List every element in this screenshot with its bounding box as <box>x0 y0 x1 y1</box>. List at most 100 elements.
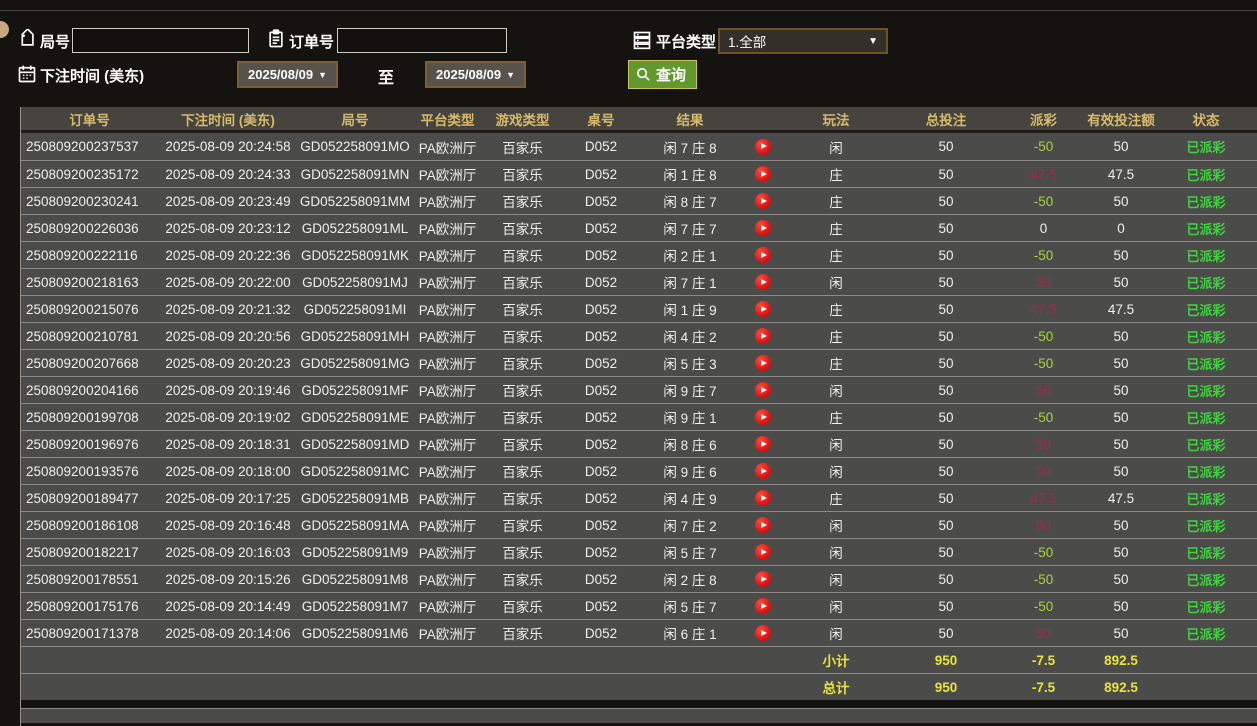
order-id-cell: 250809200222116 <box>26 247 138 263</box>
round-id-cell: GD052258091MJ <box>302 274 408 290</box>
total-bet-cell: 50 <box>938 301 954 317</box>
platform-cell: PA欧洲厅 <box>418 573 477 588</box>
table-body: 250809200237537 2025-08-09 20:24:58 GD05… <box>21 133 1257 646</box>
round-id-cell: GD052258091MH <box>300 328 410 344</box>
table-no-cell: D052 <box>584 355 618 371</box>
total-bet-cell: 50 <box>938 463 954 479</box>
bet-type-cell: 庄 <box>829 168 843 183</box>
play-icon[interactable] <box>755 382 771 399</box>
play-icon[interactable] <box>755 490 771 507</box>
platform-cell: PA欧洲厅 <box>418 140 477 156</box>
total-bet-cell: 50 <box>938 517 954 533</box>
platform-cell: PA欧洲厅 <box>418 249 477 264</box>
payout-cell: -50 <box>1033 355 1054 371</box>
table-no-cell: D052 <box>584 409 618 425</box>
result-cell: 闲 4 庄 9 <box>663 492 717 507</box>
status-badge: 已派彩 <box>1186 275 1226 291</box>
filter-bar: 局号 订单号 平台类型 1.全部 ▼ 下注时间 (美东) 2025/08/09 … <box>0 11 1257 107</box>
total-payout: -7.5 <box>1031 679 1056 695</box>
replay-cell <box>740 409 786 426</box>
game-type-cell: 百家乐 <box>502 168 543 183</box>
table-no-cell: D052 <box>584 193 618 209</box>
col-header-payout: 派彩 <box>1030 112 1057 128</box>
round-id-cell: GD052258091MB <box>300 490 410 506</box>
subtotal-label: 小计 <box>822 654 850 669</box>
replay-cell <box>740 193 786 210</box>
table-row: 250809200196976 2025-08-09 20:18:31 GD05… <box>21 430 1257 457</box>
bet-type-cell: 闲 <box>829 465 843 480</box>
play-icon[interactable] <box>755 166 771 183</box>
subtotal-row: 小计 950 -7.5 892.5 <box>21 646 1257 673</box>
play-icon[interactable] <box>755 625 771 642</box>
play-icon[interactable] <box>755 463 771 480</box>
orders-table: 订单号 下注时间 (美东) 局号 平台类型 游戏类型 桌号 结果 玩法 总投注 … <box>20 107 1257 726</box>
table-row: 250809200204166 2025-08-09 20:19:46 GD05… <box>21 376 1257 403</box>
play-icon[interactable] <box>755 274 771 291</box>
payout-cell: -50 <box>1033 571 1054 587</box>
valid-bet-cell: 50 <box>1113 382 1129 398</box>
status-badge: 已派彩 <box>1186 599 1226 615</box>
play-icon[interactable] <box>755 355 771 372</box>
play-icon[interactable] <box>755 220 771 237</box>
chevron-down-icon: ▼ <box>506 69 515 80</box>
order-id-cell: 250809200230241 <box>26 193 139 209</box>
valid-bet-cell: 50 <box>1113 328 1129 344</box>
round-id-cell: GD052258091MO <box>300 139 410 154</box>
valid-bet-cell: 50 <box>1113 355 1129 371</box>
play-icon[interactable] <box>755 301 771 318</box>
query-button[interactable]: 查询 <box>628 60 698 89</box>
status-badge: 已派彩 <box>1186 248 1226 264</box>
col-header-total-bet: 总投注 <box>925 112 967 128</box>
order-id-cell: 250809200207668 <box>26 355 139 371</box>
play-icon[interactable] <box>755 247 771 264</box>
bet-type-cell: 闲 <box>829 546 843 561</box>
play-icon[interactable] <box>755 409 771 426</box>
partial-next-row <box>21 708 1257 723</box>
total-bet-cell: 50 <box>938 544 954 560</box>
bet-type-cell: 闲 <box>829 573 843 588</box>
play-icon[interactable] <box>755 138 771 155</box>
table-no-cell: D052 <box>584 571 618 587</box>
game-type-cell: 百家乐 <box>502 195 543 210</box>
table-row: 250809200182217 2025-08-09 20:16:03 GD05… <box>21 538 1257 565</box>
platform-select[interactable]: 1.全部 ▼ <box>718 28 888 54</box>
play-icon[interactable] <box>755 544 771 561</box>
order-id-cell: 250809200226036 <box>26 220 139 236</box>
replay-cell <box>740 166 786 183</box>
play-icon[interactable] <box>755 517 771 534</box>
bet-time-cell: 2025-08-09 20:23:12 <box>165 220 291 236</box>
result-cell: 闲 5 庄 7 <box>663 546 717 561</box>
date-from-select[interactable]: 2025/08/09 ▼ <box>237 61 338 88</box>
valid-bet-cell: 0 <box>1117 220 1125 236</box>
table-no-cell: D052 <box>584 301 618 317</box>
result-cell: 闲 2 庄 1 <box>663 249 717 264</box>
bet-time-label: 下注时间 (美东) <box>40 68 145 85</box>
platform-cell: PA欧洲厅 <box>418 627 477 642</box>
result-cell: 闲 1 庄 8 <box>663 168 717 183</box>
bet-time-cell: 2025-08-09 20:18:31 <box>165 436 291 452</box>
col-header-platform: 平台类型 <box>420 112 475 128</box>
bet-type-cell: 庄 <box>829 411 843 426</box>
play-icon[interactable] <box>755 571 771 588</box>
round-id-cell: GD052258091MN <box>300 166 410 182</box>
play-icon[interactable] <box>755 193 771 210</box>
game-type-cell: 百家乐 <box>502 276 543 291</box>
status-badge: 已派彩 <box>1186 140 1226 155</box>
table-row: 250809200235172 2025-08-09 20:24:33 GD05… <box>21 160 1257 187</box>
round-id-cell: GD052258091M6 <box>301 625 409 641</box>
order-input[interactable] <box>337 28 507 53</box>
play-icon[interactable] <box>755 436 771 453</box>
table-no-cell: D052 <box>584 598 618 614</box>
round-input[interactable] <box>72 28 249 53</box>
col-header-valid-bet: 有效投注额 <box>1087 112 1155 128</box>
play-icon[interactable] <box>755 328 771 345</box>
payout-cell: -50 <box>1033 328 1054 344</box>
date-to-select[interactable]: 2025/08/09 ▼ <box>425 61 526 88</box>
play-icon[interactable] <box>755 598 771 615</box>
calendar-icon <box>17 64 37 84</box>
table-no-cell: D052 <box>584 625 618 641</box>
total-bet-cell: 50 <box>938 490 954 506</box>
status-badge: 已派彩 <box>1186 356 1226 372</box>
platform-cell: PA欧洲厅 <box>418 276 477 291</box>
bet-time-cell: 2025-08-09 20:16:48 <box>165 517 291 533</box>
